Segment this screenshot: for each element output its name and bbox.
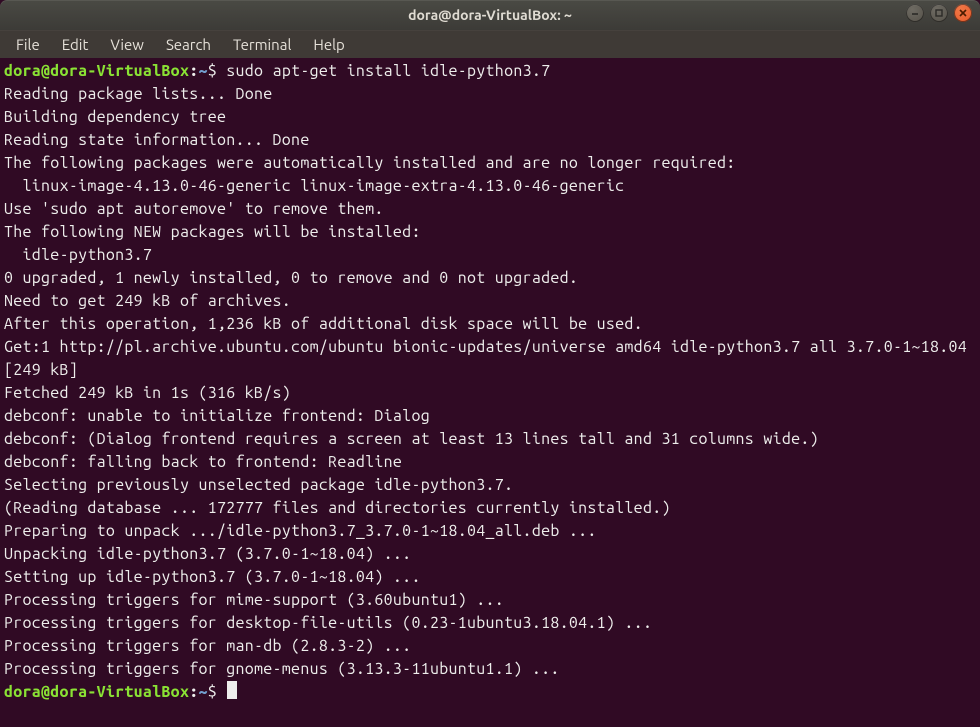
prompt-symbol: $ [208,62,217,80]
prompt-user-host: dora@dora-VirtualBox [4,62,189,80]
menu-edit[interactable]: Edit [52,33,99,56]
minimize-button[interactable] [906,4,924,22]
window-controls [906,4,972,22]
terminal-window: dora@dora-VirtualBox: ~ File Edit View S… [0,0,980,727]
close-icon [958,8,968,18]
window-title: dora@dora-VirtualBox: ~ [0,7,980,23]
minimize-icon [910,8,920,18]
terminal-body[interactable]: dora@dora-VirtualBox:~$ sudo apt-get ins… [0,58,980,727]
menu-file[interactable]: File [6,33,50,56]
terminal-output: Reading package lists... Done Building d… [4,85,976,678]
menubar: File Edit View Search Terminal Help [0,30,980,58]
close-button[interactable] [954,4,972,22]
prompt-path: ~ [198,62,207,80]
maximize-icon [934,8,944,18]
command-text: sudo apt-get install idle-python3.7 [226,62,550,80]
menu-terminal[interactable]: Terminal [223,33,301,56]
menu-search[interactable]: Search [156,33,221,56]
cursor-block [227,681,237,699]
prompt-path-2: ~ [198,683,207,701]
menu-help[interactable]: Help [303,33,354,56]
titlebar[interactable]: dora@dora-VirtualBox: ~ [0,0,980,30]
prompt-user-host-2: dora@dora-VirtualBox [4,683,189,701]
prompt-symbol-2: $ [208,683,217,701]
menu-view[interactable]: View [100,33,154,56]
maximize-button[interactable] [930,4,948,22]
